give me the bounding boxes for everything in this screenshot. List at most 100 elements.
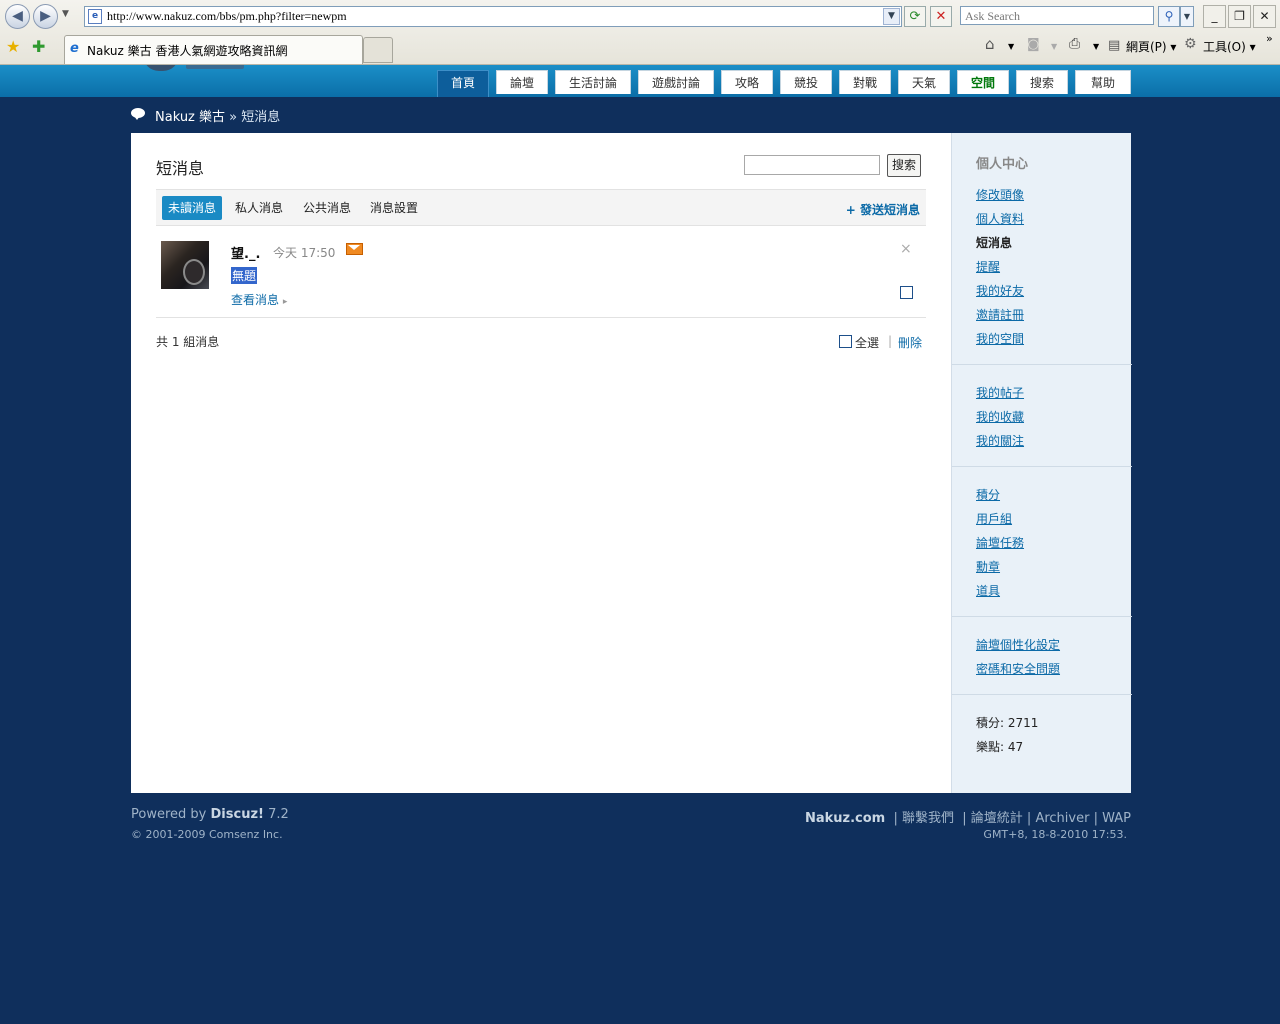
browser-tab-active[interactable]: e Nakuz 樂古 香港人氣網遊攻略資訊網 bbox=[64, 35, 363, 64]
nav-item-life[interactable]: 生活討論 bbox=[555, 70, 631, 94]
sidebar-item-notices[interactable]: 提醒 bbox=[976, 258, 1000, 275]
avatar[interactable] bbox=[161, 241, 209, 289]
footer-timestamp: GMT+8, 18-8-2010 17:53. bbox=[983, 828, 1127, 841]
address-text[interactable]: http://www.nakuz.com/bbs/pm.php?filter=n… bbox=[107, 9, 347, 24]
stop-icon[interactable]: ✕ bbox=[930, 6, 952, 27]
close-window-icon[interactable]: ✕ bbox=[1253, 5, 1276, 28]
sidebar-item-tasks[interactable]: 論壇任務 bbox=[976, 534, 1024, 551]
restore-icon[interactable]: ❐ bbox=[1228, 5, 1251, 28]
select-all-label[interactable]: 全選 bbox=[855, 334, 879, 351]
delete-link[interactable]: 刪除 bbox=[898, 334, 922, 351]
sidebar-item-items[interactable]: 道具 bbox=[976, 582, 1000, 599]
footer-link-contact[interactable]: 聯繫我們 bbox=[902, 811, 954, 826]
sidebar-divider bbox=[952, 364, 1132, 365]
minimize-icon[interactable]: _ bbox=[1203, 5, 1226, 28]
message-count: 共 1 組消息 bbox=[156, 335, 220, 349]
footer-link-stats[interactable]: 論壇統計 bbox=[971, 811, 1023, 826]
forward-arrow-icon[interactable]: ▶ bbox=[33, 4, 58, 29]
sidebar-divider bbox=[952, 466, 1132, 467]
nav-item-forum[interactable]: 論壇 bbox=[496, 70, 548, 94]
nav-item-home[interactable]: 首頁 bbox=[437, 70, 489, 97]
favorites-star-icon[interactable]: ★ bbox=[6, 37, 20, 56]
pm-search-input[interactable] bbox=[744, 155, 880, 175]
footer-powered-label: Powered by bbox=[131, 807, 207, 822]
gear-icon[interactable]: ⚙ bbox=[1184, 36, 1197, 52]
recent-pages-dropdown-icon[interactable]: ▼ bbox=[62, 9, 69, 19]
footer-link-archiver[interactable]: Archiver bbox=[1035, 811, 1089, 826]
refresh-icon[interactable]: ⟳ bbox=[904, 6, 926, 27]
add-favorite-icon[interactable]: ✚ bbox=[32, 37, 45, 56]
nav-item-space[interactable]: 空間 bbox=[957, 70, 1009, 94]
sidebar-item-pm[interactable]: 短消息 bbox=[976, 234, 1012, 251]
envelope-icon bbox=[346, 243, 363, 255]
print-icon[interactable]: ⎙ bbox=[1069, 36, 1080, 52]
sidebar-item-posts[interactable]: 我的帖子 bbox=[976, 384, 1024, 401]
search-input[interactable]: Ask Search bbox=[960, 6, 1154, 25]
new-tab-button[interactable] bbox=[363, 37, 393, 63]
footer-powered: Powered by Discuz! 7.2 bbox=[131, 807, 289, 822]
nav-item-help[interactable]: 幫助 bbox=[1075, 70, 1131, 94]
credits-stat: 積分: 2711 bbox=[976, 716, 1039, 730]
nav-item-battle[interactable]: 對戰 bbox=[839, 70, 891, 94]
breadcrumb-home-link[interactable]: Nakuz 樂古 bbox=[155, 110, 225, 125]
view-message-label: 查看消息 bbox=[231, 293, 280, 307]
speech-bubble-icon bbox=[131, 108, 145, 120]
pm-search-button[interactable]: 搜索 bbox=[887, 154, 921, 177]
site-logo[interactable] bbox=[143, 65, 179, 71]
sender-name[interactable]: 望._. bbox=[231, 243, 260, 262]
page-icon: e bbox=[88, 9, 102, 24]
sidebar-item-invite[interactable]: 邀請註冊 bbox=[976, 306, 1024, 323]
home-dropdown-icon[interactable]: ▼ bbox=[1008, 42, 1014, 51]
sidebar-item-avatar[interactable]: 修改頭像 bbox=[976, 186, 1024, 203]
breadcrumb-text: Nakuz 樂古 » 短消息 bbox=[155, 106, 280, 125]
nav-item-games[interactable]: 遊戲討論 bbox=[638, 70, 714, 94]
footer-link-wap[interactable]: WAP bbox=[1102, 811, 1131, 826]
search-options-dropdown-icon[interactable]: ▼ bbox=[1180, 6, 1194, 27]
site-header: 首頁 論壇 生活討論 遊戲討論 攻略 競投 對戰 天氣 空間 搜索 幫助 bbox=[0, 65, 1280, 97]
footer-site-link[interactable]: Nakuz.com bbox=[805, 811, 885, 826]
nav-item-guides[interactable]: 攻略 bbox=[721, 70, 773, 94]
footer-links: Nakuz.com | 聯繫我們 | 論壇統計 | Archiver | WAP bbox=[804, 811, 1131, 826]
sidebar-item-profile[interactable]: 個人資料 bbox=[976, 210, 1024, 227]
address-bar[interactable]: e http://www.nakuz.com/bbs/pm.php?filter… bbox=[84, 6, 902, 27]
breadcrumb-current: 短消息 bbox=[241, 110, 281, 125]
tab-public[interactable]: 公共消息 bbox=[297, 196, 357, 220]
sidebar-item-friends[interactable]: 我的好友 bbox=[976, 282, 1024, 299]
message-checkbox[interactable] bbox=[900, 286, 913, 299]
sidebar-item-favorites[interactable]: 我的收藏 bbox=[976, 408, 1024, 425]
delete-message-icon[interactable]: × bbox=[900, 241, 912, 257]
nav-item-search[interactable]: 搜索 bbox=[1016, 70, 1068, 94]
sidebar-item-space[interactable]: 我的空間 bbox=[976, 330, 1024, 347]
address-dropdown-icon[interactable]: ▼ bbox=[883, 8, 900, 25]
sidebar-item-following[interactable]: 我的關注 bbox=[976, 432, 1024, 449]
page-menu[interactable]: 網頁(P) ▾ bbox=[1126, 38, 1176, 55]
send-pm-link[interactable]: + 發送短消息 bbox=[846, 201, 920, 218]
sidebar-item-usergroup[interactable]: 用戶組 bbox=[976, 510, 1012, 527]
sidebar-item-customize[interactable]: 論壇個性化設定 bbox=[976, 636, 1060, 653]
view-message-link[interactable]: 查看消息 ▸ bbox=[231, 291, 287, 308]
sidebar-item-security[interactable]: 密碼和安全問題 bbox=[976, 660, 1060, 677]
tools-menu[interactable]: 工具(O) ▾ bbox=[1203, 38, 1256, 55]
back-arrow-icon[interactable]: ◀ bbox=[5, 4, 30, 29]
feeds-icon[interactable]: ◙ bbox=[1027, 37, 1040, 52]
sidebar-item-medals[interactable]: 勳章 bbox=[976, 558, 1000, 575]
nav-item-weather[interactable]: 天氣 bbox=[898, 70, 950, 94]
footer-brand-link[interactable]: Discuz! bbox=[211, 807, 264, 822]
message-subject[interactable]: 無題 bbox=[231, 267, 258, 284]
site-logo-text[interactable] bbox=[186, 65, 244, 69]
points-stat: 樂點: 47 bbox=[976, 740, 1024, 754]
page-menu-icon[interactable]: ▤ bbox=[1108, 38, 1120, 53]
tab-settings[interactable]: 消息設置 bbox=[364, 196, 424, 220]
sidebar-item-credits[interactable]: 積分 bbox=[976, 486, 1000, 503]
tab-unread[interactable]: 未讀消息 bbox=[162, 196, 223, 220]
search-icon[interactable]: ⚲ bbox=[1158, 6, 1180, 27]
print-dropdown-icon[interactable]: ▼ bbox=[1093, 42, 1099, 51]
sidebar: 個人中心 修改頭像 個人資料 短消息 提醒 我的好友 邀請註冊 我的空間 我的帖… bbox=[951, 133, 1132, 793]
nav-item-auction[interactable]: 競投 bbox=[780, 70, 832, 94]
home-icon[interactable]: ⌂ bbox=[985, 35, 995, 53]
feeds-dropdown-icon[interactable]: ▼ bbox=[1051, 42, 1057, 51]
tab-private[interactable]: 私人消息 bbox=[229, 196, 289, 220]
select-all-checkbox[interactable] bbox=[839, 335, 852, 348]
sidebar-divider bbox=[952, 616, 1132, 617]
chevron-more-icon[interactable]: » bbox=[1266, 32, 1273, 45]
